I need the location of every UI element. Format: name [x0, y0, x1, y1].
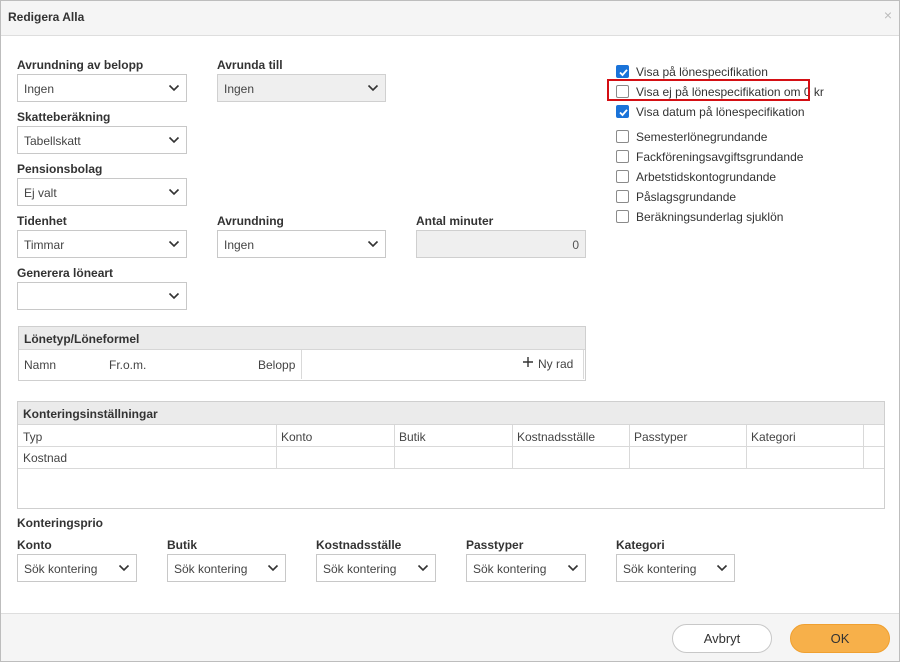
checkbox-label: Visa på lönespecifikation — [636, 65, 768, 79]
prio-konto-label: Konto — [17, 538, 52, 552]
chevron-down-icon — [168, 240, 180, 248]
avrundning-value: Ingen — [224, 238, 255, 252]
dialog-title: Redigera Alla — [8, 10, 85, 24]
avrundning-belopp-select[interactable]: Ingen — [17, 74, 187, 102]
row-divider — [18, 468, 884, 469]
checkbox-unchecked-icon — [616, 190, 629, 203]
prio-passtyper-select[interactable]: Sök kontering — [466, 554, 586, 582]
prio-konto-value: Sök kontering — [24, 562, 98, 576]
chevron-down-icon — [367, 84, 379, 92]
checkbox-unchecked-icon — [616, 130, 629, 143]
prio-passtyper-label: Passtyper — [466, 538, 524, 552]
prio-kostnadsstalle-select[interactable]: Sök kontering — [316, 554, 436, 582]
checkbox-unchecked-icon — [616, 150, 629, 163]
pensionsbolag-label: Pensionsbolag — [17, 162, 103, 176]
avrundning-belopp-label: Avrundning av belopp — [17, 58, 144, 72]
column-header-passtyper: Passtyper — [634, 430, 688, 444]
lonetyp-panel-header: Lönetyp/Löneformel — [19, 327, 585, 350]
checkbox-checked-icon — [616, 65, 629, 78]
column-header-kategori: Kategori — [751, 430, 796, 444]
checkbox-unchecked-icon — [616, 170, 629, 183]
chevron-down-icon — [168, 188, 180, 196]
chevron-down-icon — [118, 564, 130, 572]
tidenhet-value: Timmar — [24, 238, 65, 252]
chevron-down-icon — [367, 240, 379, 248]
kontering-panel-header: Konteringsinställningar — [18, 402, 884, 425]
antal-minuter-value: 0 — [572, 238, 579, 252]
avrunda-till-label: Avrunda till — [217, 58, 283, 72]
pensionsbolag-value: Ej valt — [24, 186, 57, 200]
konteringsprio-title: Konteringsprio — [17, 516, 103, 530]
lonetyp-panel: Lönetyp/Löneformel Namn Fr.o.m. Belopp N… — [18, 326, 586, 381]
cancel-button[interactable]: Avbryt — [672, 624, 772, 653]
kontering-panel-title: Konteringsinställningar — [23, 407, 158, 421]
checkbox-checked-icon — [616, 105, 629, 118]
checkbox-label: Arbetstidskontogrundande — [636, 170, 777, 184]
chevron-down-icon — [168, 84, 180, 92]
checkbox-label: Fackföreningsavgiftsgrundande — [636, 150, 804, 164]
chevron-down-icon — [267, 564, 279, 572]
antal-minuter-input[interactable]: 0 — [416, 230, 586, 258]
table-row[interactable]: Kostnad — [18, 447, 863, 468]
chevron-down-icon — [567, 564, 579, 572]
edit-dialog: Redigera Alla × Avrundning av belopp Ing… — [0, 0, 900, 662]
tidenhet-select[interactable]: Timmar — [17, 230, 187, 258]
column-header-kostnadsstalle: Kostnadsställe — [517, 430, 596, 444]
column-divider — [583, 350, 584, 379]
prio-passtyper-value: Sök kontering — [473, 562, 547, 576]
dialog-titlebar: Redigera Alla × — [1, 1, 899, 36]
prio-kategori-value: Sök kontering — [623, 562, 697, 576]
checkbox-label: Visa datum på lönespecifikation — [636, 105, 805, 119]
column-header-typ: Typ — [23, 430, 43, 444]
prio-kostnadsstalle-value: Sök kontering — [323, 562, 397, 576]
avrunda-till-select[interactable]: Ingen — [217, 74, 386, 102]
generera-loneart-select[interactable] — [17, 282, 187, 310]
prio-kostnadsstalle-label: Kostnadsställe — [316, 538, 402, 552]
avrundning-select[interactable]: Ingen — [217, 230, 386, 258]
avrundning-label: Avrundning — [217, 214, 284, 228]
chevron-down-icon — [168, 292, 180, 300]
skatteberakning-label: Skatteberäkning — [17, 110, 111, 124]
prio-butik-label: Butik — [167, 538, 197, 552]
pensionsbolag-select[interactable]: Ej valt — [17, 178, 187, 206]
close-icon[interactable]: × — [884, 8, 892, 22]
column-header-belopp: Belopp — [258, 358, 296, 372]
avrunda-till-value: Ingen — [224, 82, 255, 96]
chevron-down-icon — [417, 564, 429, 572]
prio-kategori-select[interactable]: Sök kontering — [616, 554, 735, 582]
prio-butik-select[interactable]: Sök kontering — [167, 554, 286, 582]
column-header-butik: Butik — [399, 430, 426, 444]
ok-button[interactable]: OK — [790, 624, 890, 653]
tidenhet-label: Tidenhet — [17, 214, 67, 228]
table-cell-typ: Kostnad — [23, 451, 68, 465]
checkbox-label: Påslagsgrundande — [636, 190, 737, 204]
skatteberakning-select[interactable]: Tabellskatt — [17, 126, 187, 154]
red-highlight-box — [607, 79, 810, 101]
checkbox-label: Semesterlönegrundande — [636, 130, 768, 144]
prio-konto-select[interactable]: Sök kontering — [17, 554, 137, 582]
column-header-namn: Namn — [24, 358, 57, 372]
plus-icon — [523, 357, 533, 367]
checkbox-unchecked-icon — [616, 210, 629, 223]
chevron-down-icon — [716, 564, 728, 572]
chevron-down-icon — [168, 136, 180, 144]
prio-butik-value: Sök kontering — [174, 562, 248, 576]
column-divider — [301, 350, 302, 379]
prio-kategori-label: Kategori — [616, 538, 665, 552]
column-header-from: Fr.o.m. — [109, 358, 147, 372]
column-header-konto: Konto — [281, 430, 313, 444]
column-divider — [863, 425, 864, 469]
kontering-panel: Konteringsinställningar Typ Konto Butik … — [17, 401, 885, 509]
antal-minuter-label: Antal minuter — [416, 214, 494, 228]
checkbox-label: Beräkningsunderlag sjuklön — [636, 210, 784, 224]
generera-loneart-label: Generera löneart — [17, 266, 114, 280]
lonetyp-panel-title: Lönetyp/Löneformel — [24, 332, 140, 346]
new-row-label: Ny rad — [538, 357, 574, 371]
avrundning-belopp-value: Ingen — [24, 82, 55, 96]
skatteberakning-value: Tabellskatt — [24, 134, 81, 148]
